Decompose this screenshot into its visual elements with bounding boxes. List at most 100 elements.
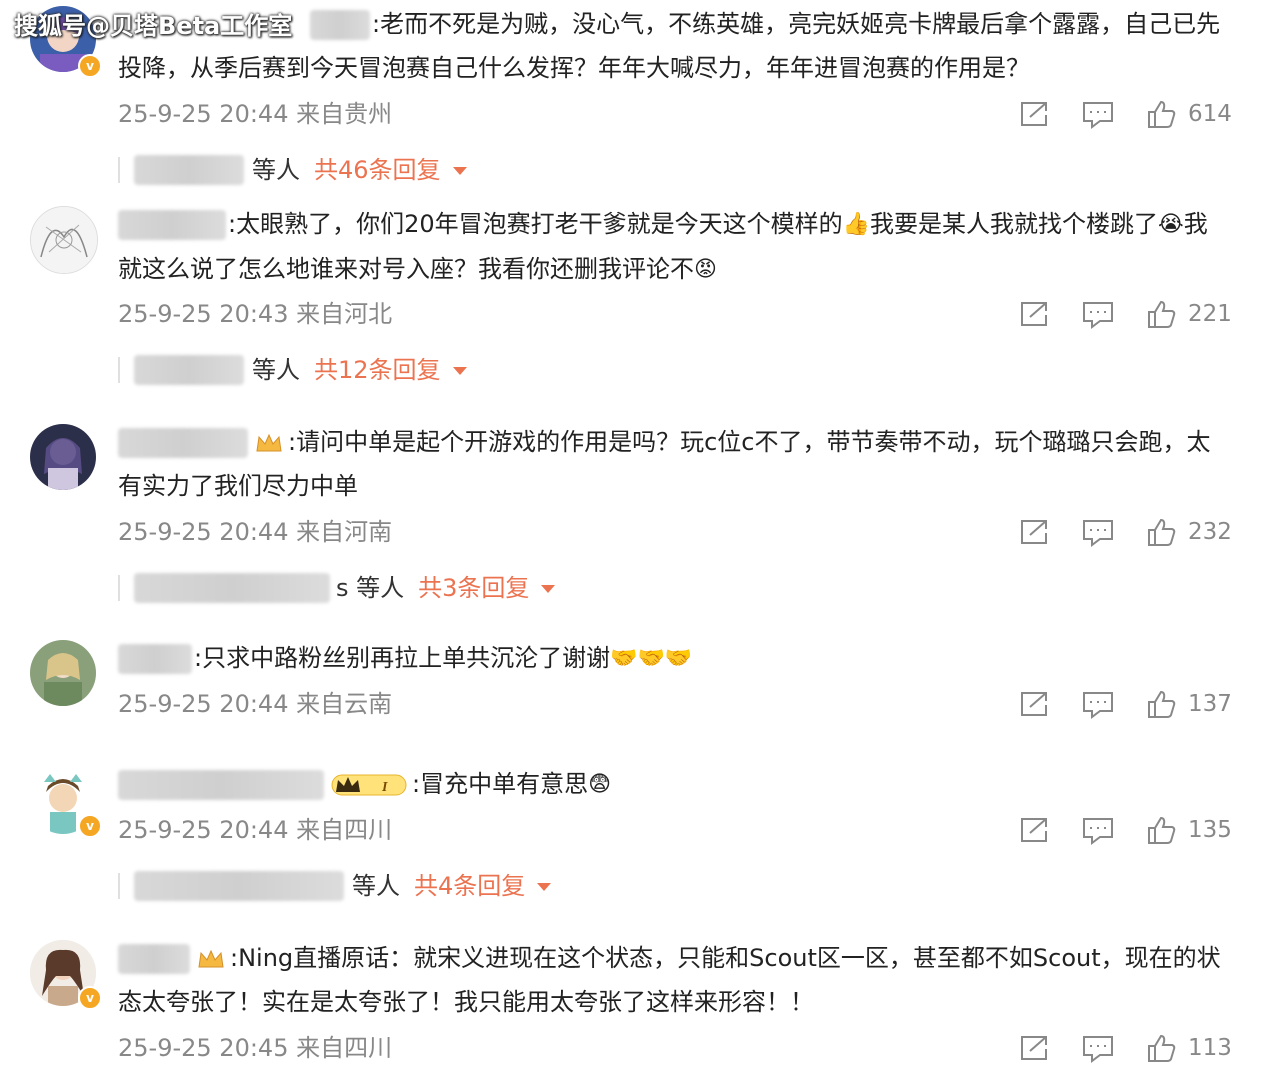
comment-meta: 25-9-25 20:44 来自云南	[118, 686, 392, 722]
angry-emoji-icon: 😡	[694, 257, 717, 282]
comment-icon	[1083, 102, 1113, 129]
crown-badge-icon	[256, 433, 282, 452]
like-button[interactable]: 113	[1146, 1030, 1232, 1066]
like-button[interactable]: 221	[1146, 296, 1232, 332]
comment-actions: 137	[1018, 686, 1238, 722]
comment-text: :只求中路粉丝别再拉上单共沉沦了谢谢🤝🤝🤝	[118, 636, 1228, 681]
avatar[interactable]	[30, 424, 96, 490]
share-icon	[1021, 818, 1047, 842]
blurred-username	[118, 428, 248, 458]
share-button[interactable]	[1018, 812, 1050, 848]
avatar-image	[30, 640, 96, 706]
shocked-emoji-icon: 😨	[588, 772, 612, 797]
reply-summary[interactable]: 等人 共12条回复	[118, 350, 467, 390]
comment-meta: 25-9-25 20:44 来自贵州	[118, 96, 392, 132]
crying-emoji-icon: 😭	[1158, 212, 1184, 237]
blurred-username	[134, 573, 330, 603]
comment-location: 来自河南	[296, 518, 393, 546]
handshake-emoji-icon: 🤝🤝🤝	[610, 646, 693, 671]
comment-actions: 232	[1018, 514, 1238, 550]
reply-count: 共46条回复	[314, 156, 441, 184]
comment-button[interactable]	[1082, 686, 1114, 722]
blurred-username	[118, 944, 190, 974]
comment-meta: 25-9-25 20:44 来自河南	[118, 514, 392, 550]
comment-meta: 25-9-25 20:43 来自河北	[118, 296, 392, 332]
comment-time: 25-9-25 20:44	[118, 690, 289, 718]
like-button[interactable]: 137	[1146, 686, 1232, 722]
comment-button[interactable]	[1082, 812, 1114, 848]
avatar[interactable]	[30, 640, 96, 706]
reply-divider	[118, 357, 120, 383]
like-button[interactable]: 135	[1146, 812, 1232, 848]
comment-location: 来自四川	[296, 1034, 393, 1062]
like-button[interactable]: 232	[1146, 514, 1232, 550]
like-icon	[1148, 816, 1176, 844]
share-button[interactable]	[1018, 96, 1050, 132]
comment-actions: 135	[1018, 812, 1238, 848]
reply-divider	[118, 575, 120, 601]
comment-icon	[1083, 302, 1113, 329]
comment-button[interactable]	[1082, 1030, 1114, 1066]
verified-badge-icon: v	[78, 986, 102, 1010]
verified-badge-icon: v	[78, 814, 102, 838]
comment-icon	[1083, 818, 1113, 845]
share-icon	[1021, 520, 1047, 544]
comment-button[interactable]	[1082, 296, 1114, 332]
like-count: 113	[1188, 1035, 1232, 1061]
like-count: 614	[1188, 101, 1232, 127]
comment-icon	[1083, 692, 1113, 719]
comment-text: :太眼熟了，你们20年冒泡赛打老干爹就是今天这个模样的👍我要是某人我就找个楼跳了…	[118, 202, 1228, 292]
share-button[interactable]	[1018, 514, 1050, 550]
blurred-username	[134, 355, 244, 385]
like-count: 135	[1188, 817, 1232, 843]
comment-text: :Ning直播原话：就宋义进现在这个状态，只能和Scout区一区，甚至都不如Sc…	[118, 944, 1221, 1016]
verified-badge-icon: v	[78, 54, 102, 78]
comment-icon	[1083, 520, 1113, 547]
comment-time: 25-9-25 20:44	[118, 816, 289, 844]
like-icon	[1148, 300, 1176, 328]
reply-count: 共4条回复	[414, 872, 526, 900]
reply-summary[interactable]: s 等人 共3条回复	[118, 568, 556, 608]
comment-time: 25-9-25 20:44	[118, 100, 289, 128]
share-button[interactable]	[1018, 1030, 1050, 1066]
comment-location: 来自贵州	[296, 100, 393, 128]
comment-button[interactable]	[1082, 96, 1114, 132]
reply-summary[interactable]: 等人 共46条回复	[118, 150, 467, 190]
comment-time: 25-9-25 20:43	[118, 300, 289, 328]
blurred-username	[134, 871, 344, 901]
comment-meta: 25-9-25 20:44 来自四川	[118, 812, 392, 848]
reply-users: 等人	[252, 156, 300, 184]
comment-location: 来自云南	[296, 690, 393, 718]
crown-badge-icon	[198, 949, 224, 968]
reply-users: 等人	[252, 356, 300, 384]
reply-users: 等人	[352, 872, 400, 900]
dropdown-arrow-icon	[452, 367, 467, 375]
reply-count: 共3条回复	[418, 574, 530, 602]
blurred-username	[118, 770, 324, 800]
dropdown-arrow-icon	[452, 167, 467, 175]
reply-divider	[118, 873, 120, 899]
comment-button[interactable]	[1082, 514, 1114, 550]
reply-divider	[118, 157, 120, 183]
reply-count: 共12条回复	[314, 356, 441, 384]
reply-summary[interactable]: 等人 共4条回复	[118, 866, 552, 906]
reply-users: s 等人	[336, 574, 405, 602]
share-icon	[1021, 302, 1047, 326]
like-button[interactable]: 614	[1146, 96, 1232, 132]
share-icon	[1021, 102, 1047, 126]
comment-meta: 25-9-25 20:45 来自四川	[118, 1030, 392, 1066]
share-button[interactable]	[1018, 686, 1050, 722]
share-button[interactable]	[1018, 296, 1050, 332]
blurred-username	[118, 210, 226, 240]
share-icon	[1021, 1036, 1047, 1060]
share-icon	[1021, 692, 1047, 716]
comment-actions: 614	[1018, 96, 1238, 132]
like-count: 232	[1188, 519, 1232, 545]
comment-location: 来自河北	[296, 300, 393, 328]
avatar[interactable]	[30, 206, 98, 274]
comment-icon	[1083, 1036, 1113, 1063]
blurred-username	[134, 155, 244, 185]
avatar-image	[30, 424, 96, 490]
comment-actions: 221	[1018, 296, 1238, 332]
comment-time: 25-9-25 20:44	[118, 518, 289, 546]
